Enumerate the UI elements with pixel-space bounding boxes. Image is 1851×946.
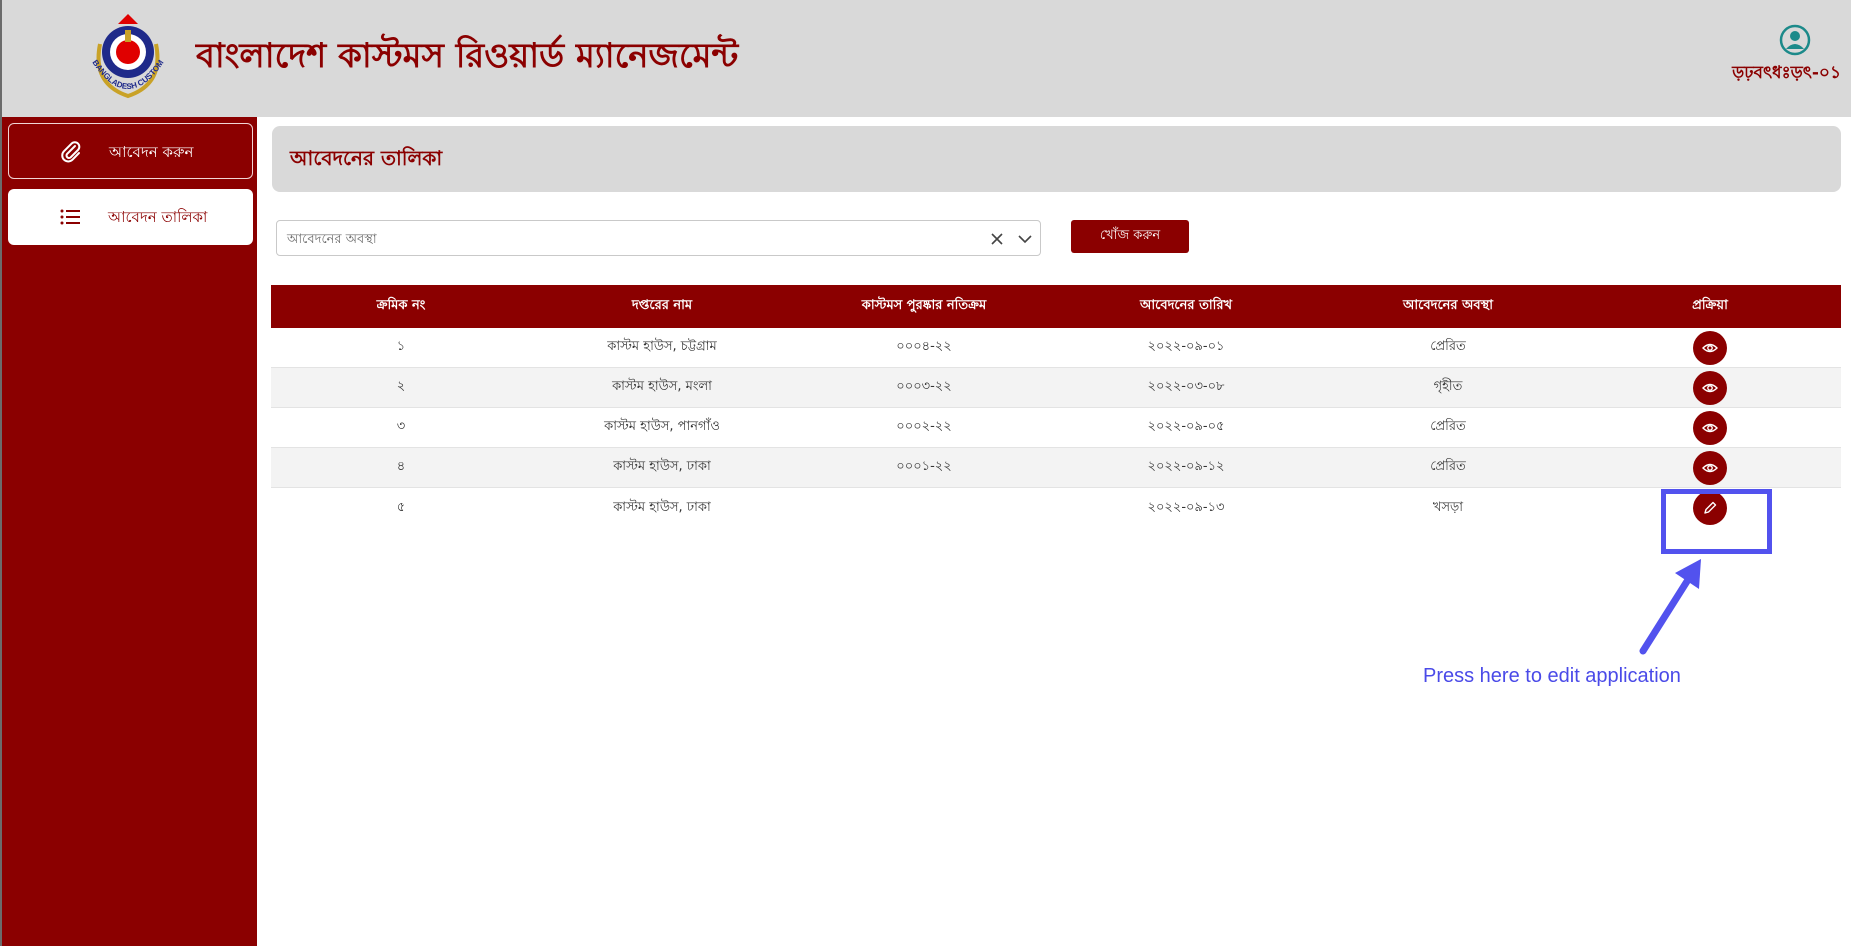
search-button[interactable]: খোঁজ করুন	[1071, 220, 1189, 253]
column-header: আবেদনের অবস্থা	[1403, 298, 1493, 313]
serial-cell: ৫	[396, 499, 406, 515]
chevron-down-icon[interactable]	[1017, 232, 1033, 246]
date-cell: ২০২২-০৯-১৩	[1147, 499, 1225, 515]
sidebar: আবেদন করুন আবেদন তালিকা	[0, 117, 257, 946]
application-table: ক্রমিক নং দপ্তরের নাম কাস্টমস পুরষ্কার ন…	[271, 285, 1841, 528]
reward-no-cell: ০০০৪-২২	[896, 339, 952, 354]
customs-logo: BANGLADESH CUSTOMS & VAT	[78, 12, 166, 99]
column-header: দপ্তরের নাম	[631, 298, 693, 313]
table-row: ৩ কাস্টম হাউস, পানগাঁও ০০০২-২২ ২০২২-০৯-০…	[271, 408, 1841, 448]
annotation-text: Press here to edit application	[1423, 665, 1681, 687]
table-row: ৪ কাস্টম হাউস, ঢাকা ০০০১-২২ ২০২২-০৯-১২ প…	[271, 448, 1841, 488]
table-header: ক্রমিক নং দপ্তরের নাম কাস্টমস পুরষ্কার ন…	[271, 285, 1841, 328]
serial-cell: ১	[396, 339, 406, 354]
column-header: ক্রমিক নং	[376, 298, 426, 313]
eye-icon	[1702, 383, 1718, 392]
clear-icon[interactable]	[989, 231, 1005, 247]
user-name[interactable]: ড়ঢ়বৎধঃড়ৎ-০১	[1732, 60, 1841, 88]
reward-no-cell: ০০০২-২২	[896, 419, 952, 434]
app-header: BANGLADESH CUSTOMS & VAT বাংলাদেশ কাস্টম…	[0, 0, 1851, 117]
page-title: আবেদনের তালিকা	[290, 146, 443, 170]
office-cell: কাস্টম হাউস, পানগাঁও	[604, 419, 720, 434]
application-status-select[interactable]: আবেদনের অবস্থা	[276, 220, 1041, 256]
eye-icon	[1702, 423, 1718, 432]
sidebar-item-application-list[interactable]: আবেদন তালিকা	[8, 189, 253, 245]
office-cell: কাস্টম হাউস, মংলা	[612, 379, 712, 394]
paperclip-icon	[61, 141, 81, 163]
serial-cell: ৪	[396, 459, 406, 474]
table-row: ১ কাস্টম হাউস, চট্টগ্রাম ০০০৪-২২ ২০২২-০৯…	[271, 328, 1841, 368]
sidebar-item-apply[interactable]: আবেদন করুন	[8, 123, 253, 179]
reward-no-cell: ০০০১-২২	[896, 459, 952, 474]
view-button[interactable]	[1693, 410, 1727, 445]
date-cell: ২০২২-০৯-০৫	[1147, 419, 1225, 434]
office-cell: কাস্টম হাউস, চট্টগ্রাম	[607, 339, 717, 354]
column-header: আবেদনের তারিখ	[1139, 298, 1233, 313]
view-button[interactable]	[1693, 450, 1727, 485]
date-cell: ২০২২-০৯-১২	[1147, 459, 1225, 474]
status-select-placeholder: আবেদনের অবস্থা	[287, 232, 377, 247]
app-title: বাংলাদেশ কাস্টমস রিওয়ার্ড ম্যানেজমেন্ট	[196, 36, 739, 76]
table-row: ৫ কাস্টম হাউস, ঢাকা ২০২২-০৯-১৩ খসড়া	[271, 488, 1841, 528]
annotation-arrow-icon	[1639, 559, 1701, 655]
status-cell: খসড়া	[1432, 499, 1464, 515]
user-avatar-icon[interactable]	[1779, 24, 1811, 56]
list-icon	[60, 209, 80, 225]
column-header: প্রক্রিয়া	[1692, 298, 1728, 313]
office-cell: কাস্টম হাউস, ঢাকা	[613, 499, 711, 515]
reward-no-cell	[793, 488, 1055, 528]
status-cell: গৃহীত	[1433, 379, 1463, 394]
status-cell: প্রেরিত	[1430, 459, 1466, 474]
eye-icon	[1702, 343, 1718, 352]
date-cell: ২০২২-০৩-০৮	[1147, 379, 1225, 394]
view-button[interactable]	[1693, 330, 1727, 365]
sidebar-item-label: আবেদন তালিকা	[108, 208, 208, 226]
serial-cell: ২	[396, 379, 406, 394]
table-row: ২ কাস্টম হাউস, মংলা ০০০৩-২২ ২০২২-০৩-০৮ গ…	[271, 368, 1841, 408]
sidebar-item-label: আবেদন করুন	[109, 143, 194, 161]
serial-cell: ৩	[396, 419, 406, 434]
eye-icon	[1702, 463, 1718, 472]
status-cell: প্রেরিত	[1430, 339, 1466, 354]
view-button[interactable]	[1693, 370, 1727, 405]
annotation-highlight-box	[1661, 489, 1772, 554]
page-title-card: আবেদনের তালিকা	[272, 126, 1841, 192]
date-cell: ২০২২-০৯-০১	[1147, 339, 1225, 354]
office-cell: কাস্টম হাউস, ঢাকা	[613, 459, 711, 474]
column-header: কাস্টমস পুরষ্কার নতিক্রম	[861, 298, 987, 313]
reward-no-cell: ০০০৩-২২	[896, 379, 952, 394]
status-cell: প্রেরিত	[1430, 419, 1466, 434]
